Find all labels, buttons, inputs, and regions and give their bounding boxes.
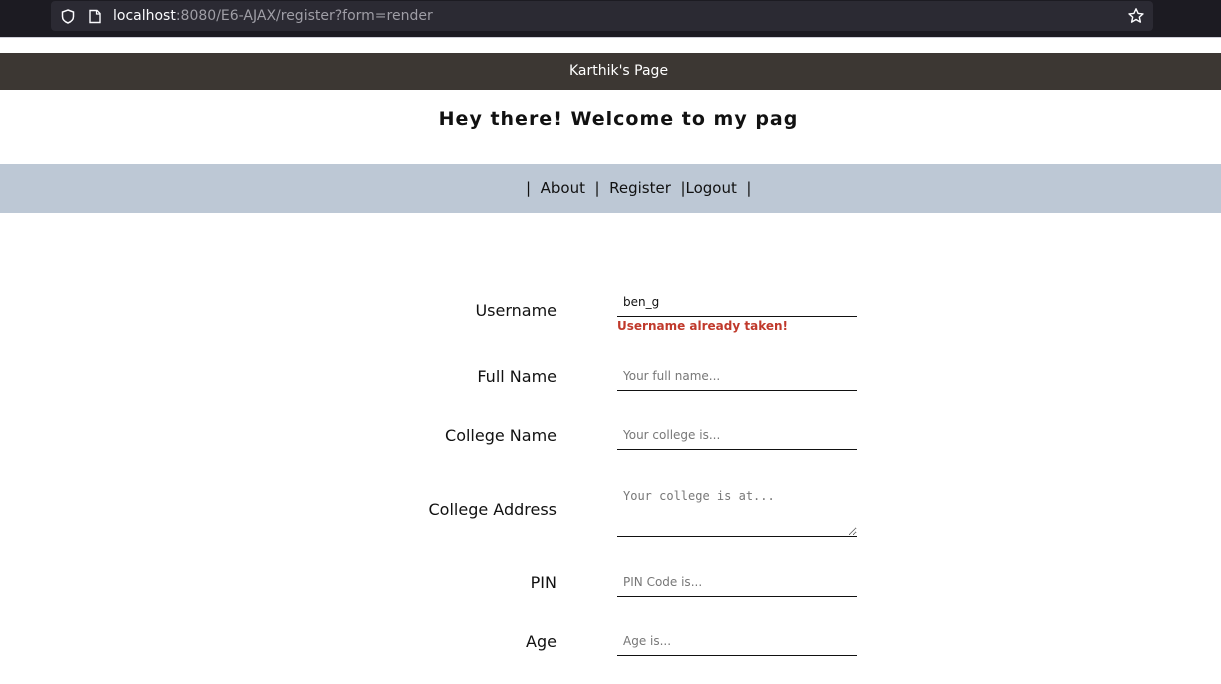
username-field[interactable]: [617, 287, 857, 317]
site-title: Karthik's Page: [568, 63, 669, 79]
nav-links: | About | Register |Logout |: [526, 179, 751, 197]
pin-field[interactable]: [617, 567, 857, 597]
username-label: Username: [475, 301, 557, 320]
username-error: Username already taken!: [617, 319, 789, 333]
url-path: :8080/E6-AJAX/register?form=render: [175, 8, 433, 24]
college-name-label: College Name: [445, 426, 557, 445]
nav-link-about[interactable]: About: [541, 179, 585, 197]
college-address-label: College Address: [428, 500, 558, 519]
welcome-text: Hey there! Welcome to my pag: [438, 108, 799, 130]
url-host: localhost: [113, 8, 176, 24]
site-header: Karthik's Page: [0, 53, 1221, 90]
chrome-separator: [0, 37, 1221, 53]
pin-label: PIN: [530, 573, 557, 592]
full-name-label: Full Name: [477, 367, 557, 386]
url-text[interactable]: localhost:8080/E6-AJAX/register?form=ren…: [113, 8, 433, 24]
page-icon: [89, 9, 101, 24]
college-address-field[interactable]: [617, 480, 857, 537]
age-label: Age: [526, 632, 557, 651]
nav-link-logout[interactable]: Logout: [686, 179, 737, 197]
nav-separator: |: [526, 179, 532, 197]
bookmark-star-icon[interactable]: [1127, 7, 1145, 25]
full-name-field[interactable]: [617, 361, 857, 391]
nav-bar: | About | Register |Logout |: [0, 164, 1221, 213]
age-field[interactable]: [617, 626, 857, 656]
nav-separator: |: [594, 179, 600, 197]
nav-link-register[interactable]: Register: [609, 179, 671, 197]
college-name-field[interactable]: [617, 420, 857, 450]
nav-separator: |: [746, 179, 752, 197]
welcome-heading: Hey there! Welcome to my pag: [0, 108, 1221, 130]
address-bar[interactable]: localhost:8080/E6-AJAX/register?form=ren…: [51, 1, 1153, 31]
shield-icon[interactable]: [61, 9, 75, 24]
browser-toolbar: localhost:8080/E6-AJAX/register?form=ren…: [0, 0, 1221, 37]
